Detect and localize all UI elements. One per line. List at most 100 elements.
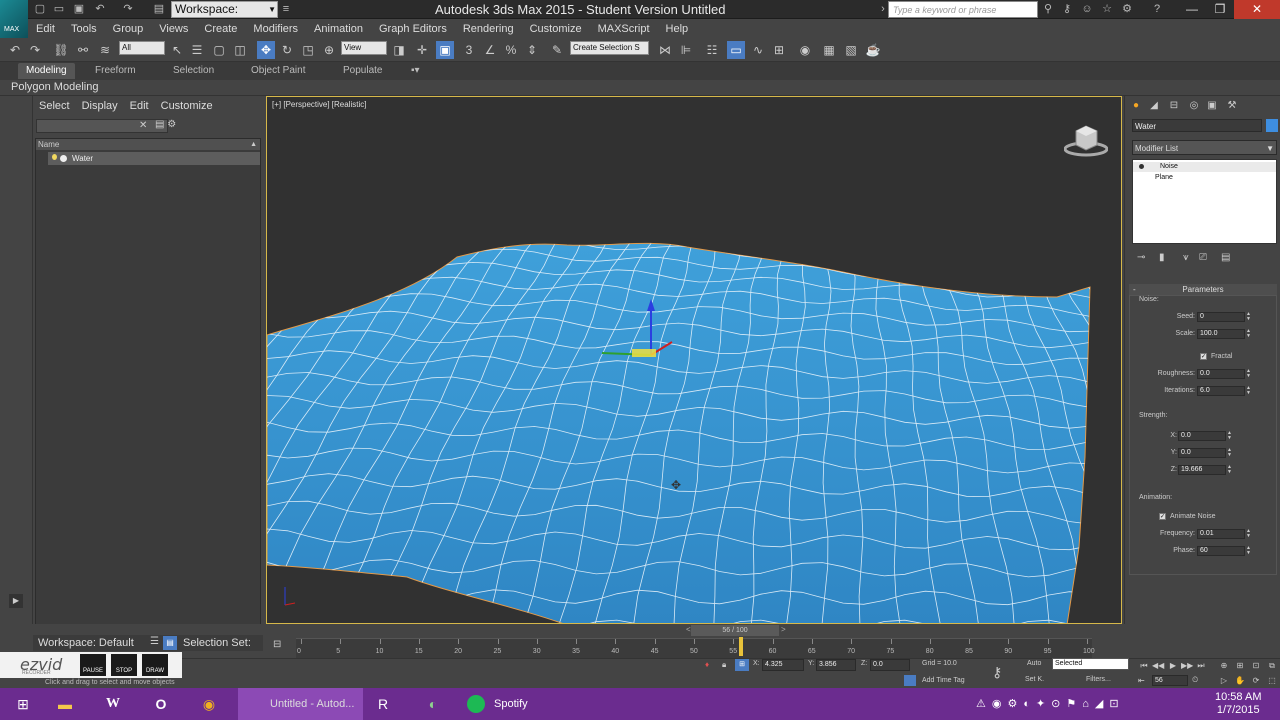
exchange-icon[interactable]: ⚙ xyxy=(1120,2,1134,16)
ribbon-options-icon[interactable]: ▪▾ xyxy=(403,63,428,79)
object-color-swatch[interactable] xyxy=(1266,119,1278,132)
frequency-input[interactable]: 0.01 xyxy=(1197,529,1245,539)
light-bulb-icon[interactable] xyxy=(52,154,57,160)
manipulate-icon[interactable]: ✛ xyxy=(413,41,431,59)
mirror-icon[interactable]: ⋈ xyxy=(656,41,674,59)
unlink-icon[interactable]: ⚯ xyxy=(74,41,92,59)
menu-modifiers[interactable]: Modifiers xyxy=(245,23,306,35)
redo-icon[interactable]: ↷ xyxy=(121,2,135,16)
frequency-spinner[interactable]: ▲ ▼ xyxy=(1246,529,1252,539)
scene-menu-display[interactable]: Display xyxy=(76,100,124,116)
workspace-menu-icon[interactable]: ≡ xyxy=(279,2,293,16)
next-frame-icon[interactable]: > xyxy=(781,625,786,634)
key-filters-button[interactable]: Filters... xyxy=(1086,676,1111,683)
zoom-all-icon[interactable]: ⊞ xyxy=(1234,660,1246,671)
time-slider-track[interactable]: < 56 / 100 > xyxy=(266,625,1122,637)
clear-search-icon[interactable]: ✕ xyxy=(139,120,147,131)
selection-set-label[interactable]: Selection Set: xyxy=(183,637,251,649)
key-mode-icon[interactable]: ⇤ xyxy=(1138,676,1145,685)
modifier-list-dropdown[interactable]: Modifier List ▼ xyxy=(1132,140,1277,155)
revit-icon[interactable]: R xyxy=(360,688,406,720)
workspace-bottom-label[interactable]: Workspace: Default xyxy=(38,637,134,649)
ribbon-toggle-icon[interactable]: ▭ xyxy=(727,41,745,59)
menu-help[interactable]: Help xyxy=(658,23,697,35)
system-tray-icons[interactable]: ⚠◉⚙◐✦⊙⚑⌂◢⊡ xyxy=(976,697,1125,710)
menu-graph-editors[interactable]: Graph Editors xyxy=(371,23,455,35)
rect-selection-icon[interactable]: ▢ xyxy=(210,41,228,59)
pin-stack-icon[interactable]: ⊸ xyxy=(1137,252,1145,263)
menu-animation[interactable]: Animation xyxy=(306,23,371,35)
stack-item-noise[interactable]: Noise xyxy=(1133,162,1276,172)
zoom-extents-all-icon[interactable]: ⧉ xyxy=(1266,660,1278,671)
seed-input[interactable]: 0 xyxy=(1197,312,1245,322)
list-item[interactable]: Water xyxy=(48,152,260,165)
menu-rendering[interactable]: Rendering xyxy=(455,23,522,35)
layer-manager-icon[interactable]: ☷ xyxy=(703,41,721,59)
binoculars-icon[interactable]: ⚲ xyxy=(1041,2,1055,16)
timeline-current-frame-marker[interactable] xyxy=(739,637,744,656)
go-to-end-icon[interactable]: ⏭ xyxy=(1195,660,1207,671)
time-config-icon[interactable]: ⏲ xyxy=(1192,675,1198,685)
strength-z-input[interactable]: 19.666 xyxy=(1178,465,1226,475)
scene-search-input[interactable] xyxy=(36,119,168,133)
align-icon[interactable]: ⊫ xyxy=(677,41,695,59)
absolute-mode-icon[interactable]: ⊞ xyxy=(735,659,749,671)
strength-x-input[interactable]: 0.0 xyxy=(1178,431,1226,441)
iterations-spinner[interactable]: ▲ ▼ xyxy=(1246,386,1252,396)
time-tag-icon[interactable] xyxy=(904,675,916,686)
pivot-center-icon[interactable]: ◨ xyxy=(390,41,408,59)
open-file-icon[interactable]: ▭ xyxy=(52,2,66,16)
selection-filter-dropdown[interactable]: All xyxy=(119,41,165,55)
outlook-icon[interactable]: O xyxy=(138,688,184,720)
link-icon[interactable]: ⛓ xyxy=(52,41,70,59)
spinner-snap-icon[interactable]: ⇕ xyxy=(523,41,541,59)
save-file-icon[interactable]: ▣ xyxy=(72,2,86,16)
zoom-extents-icon[interactable]: ⊡ xyxy=(1250,660,1262,671)
roughness-spinner[interactable]: ▲ ▼ xyxy=(1246,369,1252,379)
select-rotate-icon[interactable]: ↻ xyxy=(278,41,296,59)
window-crossing-icon[interactable]: ◫ xyxy=(231,41,249,59)
curve-editor-icon[interactable]: ∿ xyxy=(749,41,767,59)
strength-z-spinner[interactable]: ▲ ▼ xyxy=(1227,465,1233,475)
select-by-name-icon[interactable]: ☰ xyxy=(188,41,206,59)
hierarchy-tab-icon[interactable]: ⊟ xyxy=(1167,99,1181,113)
show-end-result-icon[interactable]: ▮ xyxy=(1159,252,1165,263)
menu-create[interactable]: Create xyxy=(196,23,245,35)
modify-tab-icon[interactable]: ◢ xyxy=(1147,99,1161,113)
favorites-star-icon[interactable]: ☆ xyxy=(1100,2,1114,16)
iterations-input[interactable]: 6.0 xyxy=(1197,386,1245,396)
utilities-tab-icon[interactable]: ⚒ xyxy=(1225,99,1239,113)
current-frame-input[interactable]: 56 xyxy=(1152,675,1188,686)
next-frame-icon[interactable]: ▶▶ xyxy=(1181,660,1193,671)
user-icon[interactable]: ☺ xyxy=(1080,2,1094,16)
pan-view-icon[interactable]: ✋ xyxy=(1234,675,1246,686)
keyboard-shortcut-override-icon[interactable]: ▣ xyxy=(436,41,454,59)
start-button[interactable]: ⊞ xyxy=(0,688,46,720)
play-icon[interactable]: ▶ xyxy=(1167,660,1179,671)
perspective-viewport[interactable]: ✥ [+] [Perspective] [Realistic] xyxy=(266,96,1122,624)
phase-spinner[interactable]: ▲ ▼ xyxy=(1246,546,1252,556)
minimize-button[interactable]: — xyxy=(1178,0,1206,19)
parameters-rollout-header[interactable]: - Parameters xyxy=(1129,284,1277,295)
polygon-modeling-panel[interactable]: Polygon Modeling xyxy=(11,81,98,93)
pin-icon[interactable]: ♦ xyxy=(705,660,709,669)
scene-menu-select[interactable]: Select xyxy=(33,100,76,116)
menu-customize[interactable]: Customize xyxy=(522,23,590,35)
sync-app-icon[interactable]: ◐ xyxy=(410,688,456,720)
ezvid-pause-button[interactable]: PAUSE xyxy=(80,654,106,676)
make-unique-icon[interactable]: ⩛ xyxy=(1183,252,1189,263)
ref-coord-dropdown[interactable]: View xyxy=(341,41,387,55)
undo-icon[interactable]: ↶ xyxy=(6,41,24,59)
render-teapot-icon[interactable]: ☕ xyxy=(864,41,882,59)
timeline[interactable]: 0 5 10 15 20 25 30 35 40 45 50 55 60 65 70 75 80 85 90 95 10… xyxy=(296,638,1095,658)
tab-populate[interactable]: Populate xyxy=(335,63,390,79)
menu-group[interactable]: Group xyxy=(105,23,152,35)
previous-frame-icon[interactable]: ◀◀ xyxy=(1152,660,1164,671)
close-button[interactable]: ✕ xyxy=(1234,0,1280,19)
lock-icon[interactable]: 🔒︎ xyxy=(722,660,726,670)
scene-explorer-toggle-icon[interactable]: ▤ xyxy=(163,636,177,650)
app-logo-button[interactable]: MAX xyxy=(0,0,28,40)
animate-noise-checkbox[interactable]: ✓ xyxy=(1159,513,1166,520)
scale-input[interactable]: 100.0 xyxy=(1197,329,1245,339)
scene-menu-edit[interactable]: Edit xyxy=(124,100,155,116)
